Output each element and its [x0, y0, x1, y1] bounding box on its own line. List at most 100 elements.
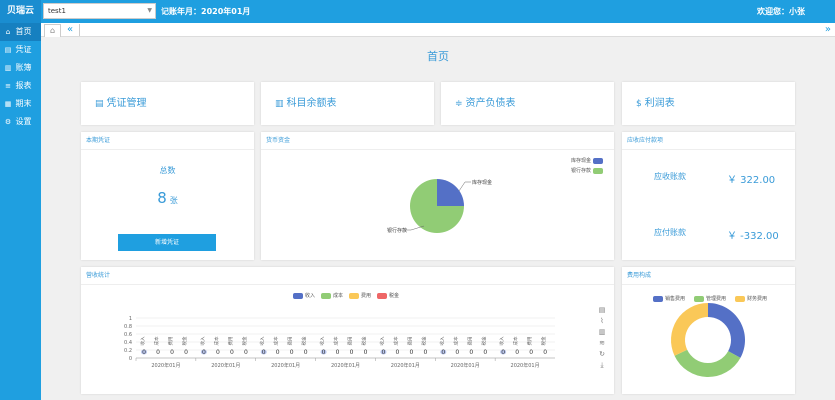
report-icon: ≡: [5, 82, 11, 90]
page-title: 首页: [427, 50, 449, 63]
bar-value-label: 0: [350, 349, 354, 356]
bar-value-label: 0: [364, 349, 368, 356]
chevron-down-icon: ▼: [147, 7, 152, 14]
bar-value-label: 0: [469, 349, 473, 356]
funds-pie-chart: 库存现金 银行存款: [387, 179, 492, 234]
vouchers-card: 本期凭证 总数 8张 新增凭证: [81, 132, 254, 260]
calendar-icon: ▦: [4, 100, 12, 108]
bar-category-label: 费用: [347, 337, 354, 346]
card-title: 本期凭证: [81, 132, 254, 150]
tab-bar: ⌂ « »: [41, 23, 835, 37]
book-icon: ▥: [4, 64, 12, 72]
x-tick-label: 2020年01月: [211, 362, 240, 369]
bar-category-label: 费用: [526, 337, 533, 346]
bar-value-label: 0: [202, 349, 206, 356]
x-tick-label: 2020年01月: [391, 362, 420, 369]
bar-value-label: 0: [184, 349, 188, 356]
funds-card: 货币资金 库存现金 银行存款 库存现金 银行存款: [261, 132, 614, 260]
card-title: 应收应付款项: [622, 132, 795, 150]
receivable-label: 应收账款: [654, 172, 686, 181]
brand-logo: 贝瑞云: [0, 0, 41, 23]
home-icon: ⌂: [49, 26, 56, 35]
account-select[interactable]: test1 ▼: [43, 3, 156, 19]
y-tick-label: 0.2: [124, 348, 132, 354]
bar-category-label: 收入: [498, 336, 505, 345]
scroll-left-icon[interactable]: «: [67, 23, 73, 36]
sidebar: ⌂ 首页 ▤ 凭证 ▥ 账簿 ≡ 报表 ▦ 期末 ⚙ 设置: [0, 23, 41, 400]
data-view-icon[interactable]: ▤: [597, 305, 607, 316]
income-card: 营收统计 收入 成本 费用 税金 0 0.2 0.4 0.6 0.8 1 2020年01月收…: [81, 267, 614, 394]
sidebar-item-period-end[interactable]: ▦ 期末: [0, 95, 41, 113]
y-tick-label: 0.6: [124, 332, 132, 338]
x-tick-label: 2020年01月: [451, 362, 480, 369]
bar-category-label: 收入: [199, 336, 206, 345]
sidebar-item-label: 首页: [15, 27, 32, 36]
sliders-icon: ≑: [455, 99, 463, 109]
dollar-icon: $: [636, 99, 642, 109]
bar-category-label: 成本: [452, 336, 459, 345]
voucher-count-label: 总数: [159, 166, 176, 175]
bar-category-label: 收入: [438, 336, 445, 345]
bar-category-label: 成本: [153, 336, 160, 345]
stack-icon[interactable]: ≋: [597, 338, 607, 349]
home-icon: ⌂: [5, 28, 11, 36]
bar-category-label: 费用: [287, 337, 294, 346]
quick-link-income[interactable]: $ 利润表: [622, 82, 795, 125]
account-select-value: test1: [48, 7, 66, 15]
restore-icon[interactable]: ↻: [597, 349, 607, 360]
pie-slice[interactable]: [437, 179, 464, 206]
x-tick-label: 2020年01月: [331, 362, 360, 369]
tab-home[interactable]: ⌂: [44, 24, 61, 37]
quick-link-label: 科目余额表: [286, 98, 337, 109]
donut-slice[interactable]: [674, 349, 741, 377]
bar-value-label: 0: [230, 349, 234, 356]
voucher-count: 8张: [81, 189, 254, 207]
bar-category-label: 成本: [392, 336, 399, 345]
bar-category-label: 成本: [213, 336, 220, 345]
y-tick-label: 0.8: [124, 324, 132, 330]
quick-link-balance-sheet[interactable]: ≑ 资产负债表: [441, 82, 614, 125]
bar-value-label: 0: [543, 349, 547, 356]
bar-category-label: 收入: [319, 336, 326, 345]
sidebar-item-books[interactable]: ▥ 账簿: [0, 59, 41, 77]
voucher-count-value: 8: [157, 189, 167, 207]
bar-category-label: 收入: [139, 336, 146, 345]
line-chart-icon[interactable]: ⌇: [597, 316, 607, 327]
sidebar-item-settings[interactable]: ⚙ 设置: [0, 113, 41, 131]
divider: [79, 24, 80, 36]
income-bar-chart: 00.20.40.60.812020年01月收入0成本0费用0税金02020年0…: [124, 316, 555, 369]
bar-value-label: 0: [276, 349, 280, 356]
bar-category-label: 收入: [259, 336, 266, 345]
y-tick-label: 0.4: [124, 340, 132, 346]
donut-slice[interactable]: [671, 303, 708, 356]
bar-value-label: 0: [336, 349, 340, 356]
sidebar-item-label: 凭证: [15, 45, 32, 54]
bar-chart-icon[interactable]: ▥: [597, 327, 607, 338]
sidebar-item-label: 期末: [15, 99, 32, 108]
bar-value-label: 0: [455, 349, 459, 356]
donut-slice[interactable]: [708, 303, 745, 358]
welcome-user[interactable]: 欢迎您：小张: [757, 0, 805, 23]
bar-value-label: 0: [382, 349, 386, 356]
quick-link-balance[interactable]: ▥ 科目余额表: [261, 82, 434, 125]
bar-category-label: 税金: [420, 336, 427, 345]
bar-value-label: 0: [156, 349, 160, 356]
quick-link-label: 资产负债表: [465, 98, 516, 109]
download-icon[interactable]: ⤓: [597, 360, 607, 371]
pie-label: 库存现金: [472, 179, 492, 186]
quick-link-label: 利润表: [644, 98, 675, 109]
quick-link-vouchers[interactable]: ▤ 凭证管理: [81, 82, 254, 125]
bar-category-label: 费用: [406, 337, 413, 346]
x-tick-label: 2020年01月: [271, 362, 300, 369]
sidebar-item-reports[interactable]: ≡ 报表: [0, 77, 41, 95]
scroll-right-icon[interactable]: »: [825, 23, 831, 36]
bar-value-label: 0: [501, 349, 505, 356]
bar-value-label: 0: [441, 349, 445, 356]
bar-value-label: 0: [304, 349, 308, 356]
ar-ap-card: 应收应付款项 应收账款 ￥ 322.00 应付账款 ￥ -332.00: [622, 132, 795, 260]
y-tick-label: 0: [129, 356, 132, 362]
sidebar-item-vouchers[interactable]: ▤ 凭证: [0, 41, 41, 59]
new-voucher-button[interactable]: 新增凭证: [118, 234, 216, 251]
sidebar-item-home[interactable]: ⌂ 首页: [0, 23, 41, 41]
period-value: 2020年01月: [201, 7, 251, 16]
